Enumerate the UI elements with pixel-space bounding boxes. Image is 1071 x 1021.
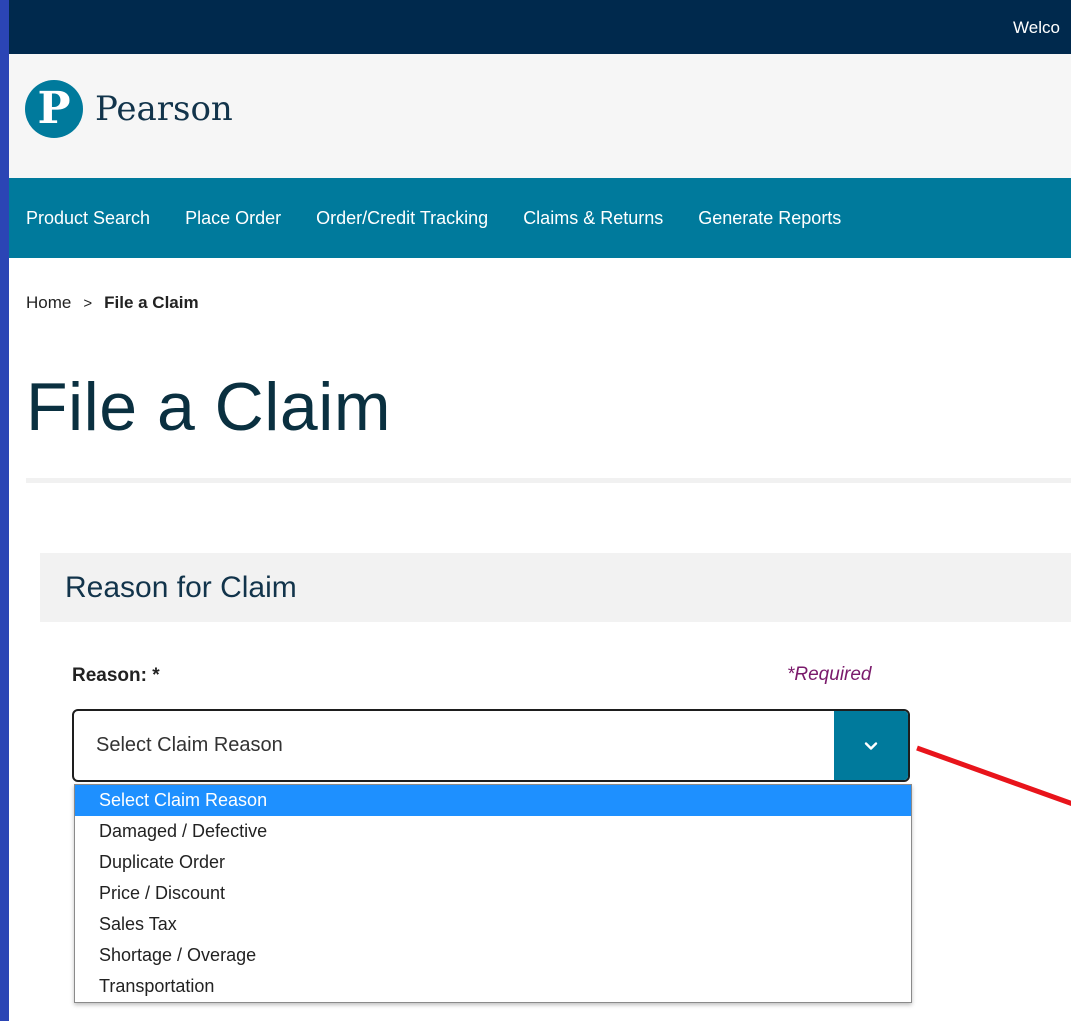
option-select-claim-reason[interactable]: Select Claim Reason [75, 785, 911, 816]
option-sales-tax[interactable]: Sales Tax [75, 909, 911, 940]
top-bar: Welco [9, 0, 1071, 54]
section-title: Reason for Claim [65, 570, 297, 604]
page: Welco P Pearson Product Search Place Ord… [9, 0, 1071, 1021]
section-header-reason: Reason for Claim [40, 553, 1071, 622]
nav-order-credit-tracking[interactable]: Order/Credit Tracking [316, 208, 488, 229]
nav-generate-reports[interactable]: Generate Reports [698, 208, 841, 229]
page-title: File a Claim [26, 369, 391, 445]
option-shortage-overage[interactable]: Shortage / Overage [75, 940, 911, 971]
nav-place-order[interactable]: Place Order [185, 208, 281, 229]
pearson-logo-icon: P [25, 80, 83, 138]
breadcrumb: Home > File a Claim [26, 293, 199, 313]
breadcrumb-home[interactable]: Home [26, 293, 71, 313]
option-damaged-defective[interactable]: Damaged / Defective [75, 816, 911, 847]
welcome-text: Welco [1013, 18, 1060, 37]
required-note: *Required [787, 664, 872, 685]
breadcrumb-current: File a Claim [104, 293, 199, 312]
pearson-logo-text: Pearson [95, 89, 233, 129]
option-transportation[interactable]: Transportation [75, 971, 911, 1002]
breadcrumb-separator: > [83, 294, 93, 312]
main-nav: Product Search Place Order Order/Credit … [9, 178, 1071, 258]
nav-claims-returns[interactable]: Claims & Returns [523, 208, 663, 229]
nav-product-search[interactable]: Product Search [26, 208, 150, 229]
claim-reason-dropdown: Select Claim Reason Damaged / Defective … [74, 784, 912, 1003]
claim-reason-selected-value: Select Claim Reason [96, 734, 283, 756]
chevron-down-icon [864, 741, 878, 750]
option-duplicate-order[interactable]: Duplicate Order [75, 847, 911, 878]
option-price-discount[interactable]: Price / Discount [75, 878, 911, 909]
reason-label: Reason: * [72, 665, 160, 686]
title-divider [26, 478, 1071, 483]
pearson-logo[interactable]: P Pearson [25, 80, 233, 138]
select-toggle-button[interactable] [834, 711, 908, 780]
claim-reason-select[interactable]: Select Claim Reason [72, 709, 910, 782]
